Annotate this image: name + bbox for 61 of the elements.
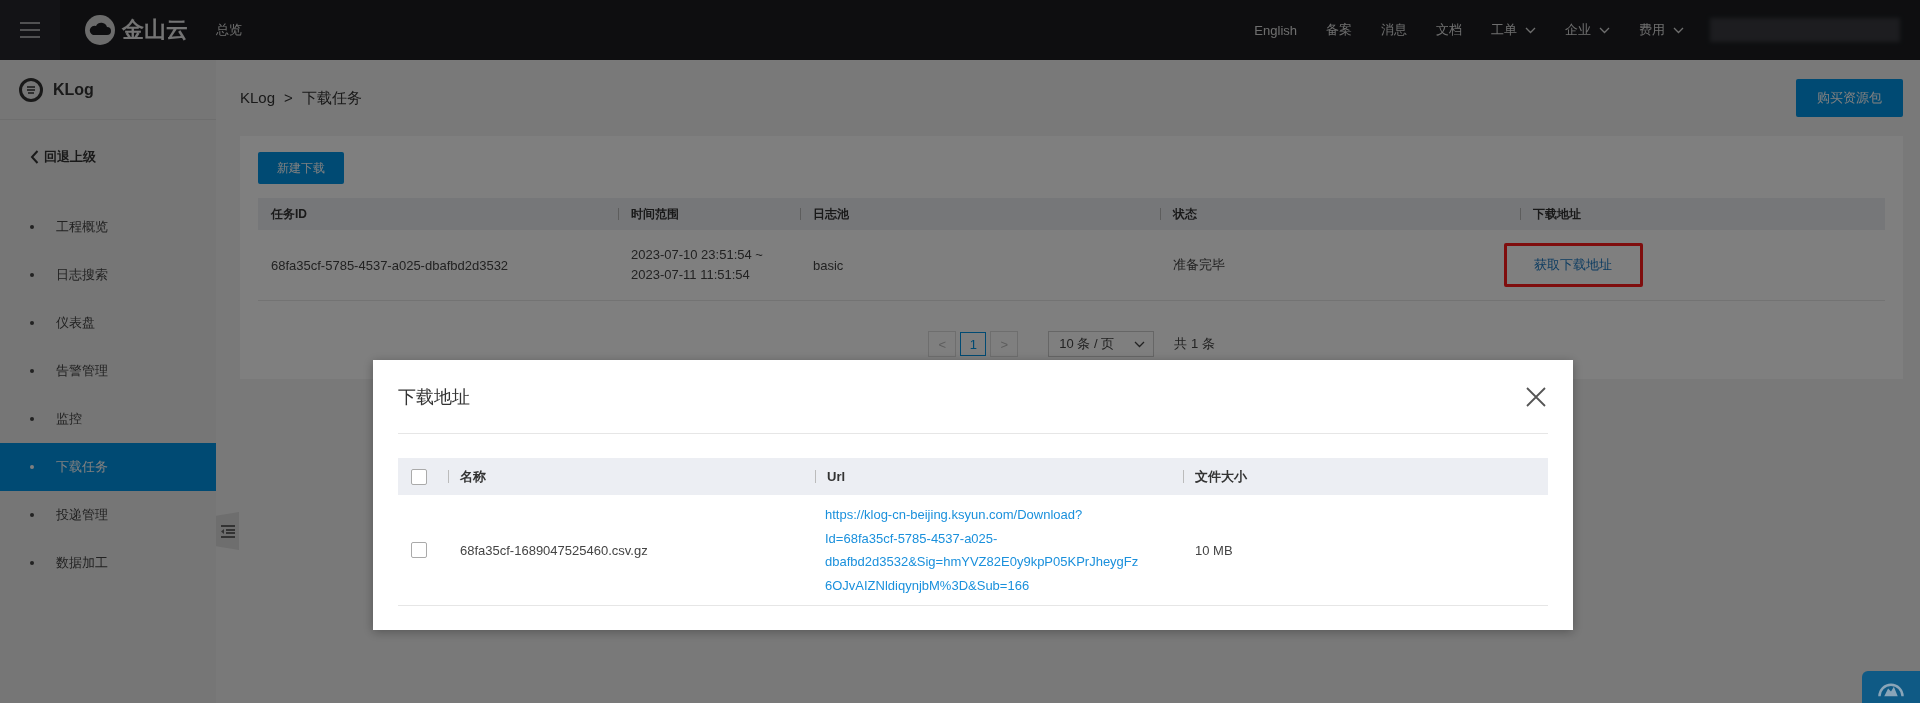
column-header: Url — [815, 458, 1183, 495]
close-button[interactable] — [1524, 384, 1548, 409]
sidebar-item[interactable]: 数据加工 — [0, 539, 216, 587]
collapse-handle[interactable] — [216, 512, 239, 550]
chevron-down-icon — [1134, 340, 1146, 348]
table-cell-text: basic — [812, 256, 845, 275]
table-cell-text: 2023-07-10 23:51:54 ~ 2023-07-11 11:51:54 — [630, 246, 764, 284]
new-download-button[interactable]: 新建下载 — [258, 152, 344, 184]
column-header: 日志池 — [800, 198, 1160, 230]
mountain-icon — [1878, 683, 1904, 697]
floating-help-button[interactable] — [1862, 671, 1920, 703]
nav-dropdown[interactable]: 工单 — [1491, 21, 1536, 39]
nav-link[interactable]: 文档 — [1436, 21, 1462, 39]
chevron-left-icon — [30, 150, 39, 164]
table-cell-text: 68fa35cf-1689047525460.csv.gz — [459, 541, 649, 560]
collapse-icon — [220, 524, 235, 538]
brand-name: 金山云 — [122, 16, 188, 44]
download-url-link[interactable]: https://klog-cn-beijing.ksyun.com/Download? Id=68fa35cf-5785-4537-a025- dbafbd2d3532&Sig=hmYVZ82E0y9kpP05KPrJheygFz 6OJvAIZNldiqynjbM%3D&Sub=166 — [815, 503, 1183, 597]
breadcrumb-current: 下载任务 — [301, 88, 362, 108]
table-cell-text: 68fa35cf-5785-4537-a025-dbafbd2d3532 — [270, 256, 510, 275]
product-title: KLog — [53, 80, 94, 99]
back-link[interactable]: 回退上级 — [30, 145, 216, 169]
breadcrumb-link[interactable]: KLog — [240, 88, 276, 108]
overview-link[interactable]: 总览 — [216, 21, 242, 39]
page-button[interactable]: 1 — [960, 332, 987, 356]
table-cell-text: 准备完毕 — [1172, 256, 1226, 274]
sidebar-item[interactable]: 投递管理 — [0, 491, 216, 539]
total-count: 共 1 条 — [1174, 335, 1215, 353]
sidebar-item[interactable]: 下载任务 — [0, 443, 216, 491]
buy-package-button[interactable]: 购买资源包 — [1796, 79, 1903, 117]
nav-dropdown[interactable]: 企业 — [1565, 21, 1610, 39]
column-header: 名称 — [448, 458, 815, 495]
column-header: 状态 — [1160, 198, 1520, 230]
dialog-title: 下载地址 — [398, 385, 470, 409]
menu-button[interactable] — [0, 0, 60, 60]
sidebar-item[interactable]: 告警管理 — [0, 347, 216, 395]
sidebar-item[interactable]: 工程概览 — [0, 203, 216, 251]
close-icon — [1524, 384, 1548, 409]
get-download-url-link[interactable]: 获取下载地址 — [1504, 243, 1643, 287]
table-cell-text: 10 MB — [1194, 541, 1234, 560]
chevron-down-icon — [1525, 26, 1536, 34]
chevron-down-icon — [1599, 26, 1610, 34]
nav-link[interactable]: 备案 — [1326, 21, 1352, 39]
menu-icon — [20, 22, 40, 38]
checkbox[interactable] — [411, 468, 427, 485]
sidebar-item[interactable]: 仪表盘 — [0, 299, 216, 347]
nav-link[interactable]: English — [1254, 22, 1297, 38]
column-header: 时间范围 — [618, 198, 800, 230]
breadcrumb-separator: > — [284, 88, 293, 108]
column-header: 下载地址 — [1520, 198, 1885, 230]
nav-dropdown[interactable]: 费用 — [1639, 21, 1684, 39]
log-logo-icon — [19, 77, 43, 102]
page-size-select[interactable]: 10 条 / 页 — [1048, 331, 1155, 357]
nav-link[interactable]: 消息 — [1381, 21, 1407, 39]
column-header: 文件大小 — [1183, 458, 1548, 495]
chevron-down-icon — [1673, 26, 1684, 34]
sidebar-item[interactable]: 监控 — [0, 395, 216, 443]
column-header: 任务ID — [270, 205, 308, 223]
sidebar-item[interactable]: 日志搜索 — [0, 251, 216, 299]
cloud-logo-icon — [84, 14, 116, 46]
checkbox[interactable] — [411, 542, 427, 558]
